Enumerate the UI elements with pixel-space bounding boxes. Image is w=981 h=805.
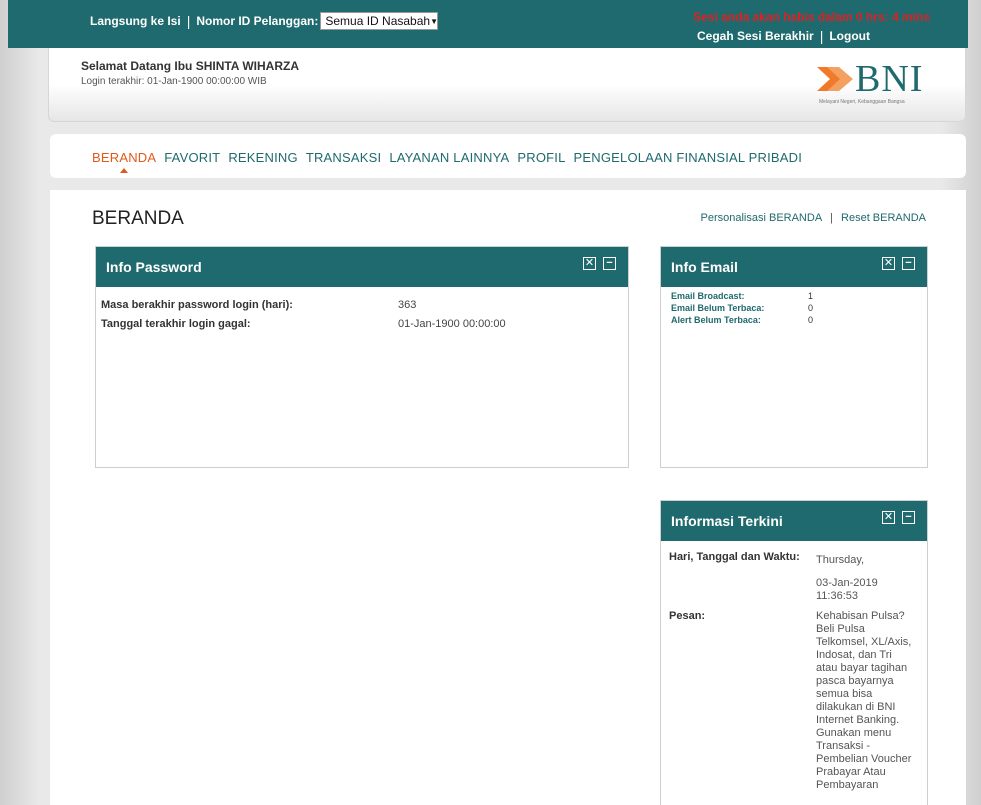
message-row: Pesan: Kehabisan Pulsa? Beli Pulsa Telko… — [669, 610, 927, 792]
nav-item-transaksi[interactable]: TRANSAKSI — [306, 150, 381, 165]
table-row: Tanggal terakhir login gagal: 01-Jan-190… — [101, 314, 506, 333]
panel-title: Info Password — [106, 259, 202, 275]
message-label: Pesan: — [669, 610, 706, 622]
nav-item-favorit[interactable]: FAVORIT — [164, 150, 220, 165]
panel-header: Info Email ✕ − — [661, 247, 927, 287]
top-bar-right: Cegah Sesi Berakhir | Logout — [697, 28, 870, 44]
separator: | — [819, 28, 824, 44]
nav-list: BERANDA FAVORIT REKENING TRANSAKSI LAYAN… — [92, 150, 810, 173]
panel-controls: ✕ − — [583, 257, 616, 270]
email-broadcast-link[interactable]: Email Broadcast: — [671, 290, 808, 302]
page-title: BERANDA — [92, 208, 184, 229]
logout-link[interactable]: Logout — [829, 29, 870, 43]
row-value: 0 — [808, 303, 814, 313]
nav-item-label: BERANDA — [92, 150, 157, 165]
active-caret-icon — [120, 168, 128, 173]
top-bar-left: Langsung ke Isi | Nomor ID Pelanggan: Se… — [90, 12, 439, 30]
minimize-icon[interactable]: − — [902, 257, 915, 270]
date-time-label: Hari, Tanggal dan Waktu: — [669, 551, 800, 563]
panel-header: Info Password ✕ − — [96, 247, 628, 287]
panel-header: Informasi Terkini ✕ − — [661, 501, 927, 541]
bni-logo-mark-icon — [817, 67, 853, 91]
table-row: Email Belum Terbaca: 0 — [671, 302, 813, 314]
message-text: Kehabisan Pulsa? Beli Pulsa Telkomsel, X… — [816, 610, 912, 791]
email-unread-link[interactable]: Email Belum Terbaca: — [671, 302, 808, 314]
row-value: 1 — [808, 291, 814, 301]
nav-item-rekening[interactable]: REKENING — [228, 150, 298, 165]
personalize-link[interactable]: Personalisasi BERANDA — [701, 212, 823, 224]
close-icon[interactable]: ✕ — [882, 511, 895, 524]
informasi-terkini-panel: Informasi Terkini ✕ − Hari, Tanggal dan … — [660, 500, 928, 805]
customer-id-select-value: Semua ID Nasabah — [325, 14, 431, 28]
bni-logo-text: BNI — [855, 58, 924, 100]
nav-item-beranda[interactable]: BERANDA — [92, 150, 157, 173]
alert-unread-link[interactable]: Alert Belum Terbaca: — [671, 314, 808, 326]
session-timeout-message: Sesi anda akan habis dalam 0 hrs: 4 mins — [693, 10, 930, 24]
bni-logo: BNI Melayani Negeri, Kebanggaan Bangsa — [817, 59, 927, 109]
last-login-info: Login terakhir: 01-Jan-1900 00:00:00 WIB — [81, 76, 267, 87]
date-time-value: Thursday, 03-Jan-2019 11:36:53 — [816, 551, 916, 603]
main-content: BERANDA Personalisasi BERANDA | Reset BE… — [50, 190, 966, 805]
nav-item-pengelolaan-finansial[interactable]: PENGELOLAAN FINANSIAL PRIBADI — [574, 150, 803, 165]
separator: | — [830, 212, 834, 224]
row-value: 363 — [398, 298, 417, 311]
welcome-message: Selamat Datang Ibu SHINTA WIHARZA — [81, 59, 300, 73]
table-row: Email Broadcast: 1 — [671, 290, 813, 302]
panel-controls: ✕ − — [882, 257, 915, 270]
panel-title: Info Email — [671, 259, 738, 275]
bni-logo-tagline: Melayani Negeri, Kebanggaan Bangsa — [819, 99, 905, 105]
separator: | — [186, 13, 191, 29]
top-bar: Langsung ke Isi | Nomor ID Pelanggan: Se… — [8, 0, 968, 48]
table-row: Alert Belum Terbaca: 0 — [671, 314, 813, 326]
customer-id-label: Nomor ID Pelanggan: — [196, 14, 319, 28]
minimize-icon[interactable]: − — [902, 511, 915, 524]
datetime-value: 03-Jan-2019 11:36:53 — [816, 577, 878, 602]
close-icon[interactable]: ✕ — [882, 257, 895, 270]
dropdown-arrow-icon: ▼ — [430, 16, 438, 26]
close-icon[interactable]: ✕ — [583, 257, 596, 270]
prevent-session-end-link[interactable]: Cegah Sesi Berakhir — [697, 29, 814, 43]
panel-title: Informasi Terkini — [671, 513, 783, 529]
nav-item-layanan-lainnya[interactable]: LAYANAN LAINNYA — [389, 150, 509, 165]
page-actions: Personalisasi BERANDA | Reset BERANDA — [701, 212, 927, 224]
main-navigation: BERANDA FAVORIT REKENING TRANSAKSI LAYAN… — [50, 134, 966, 178]
date-time-row: Hari, Tanggal dan Waktu: Thursday, 03-Ja… — [669, 551, 927, 603]
email-info-table: Email Broadcast: 1 Email Belum Terbaca: … — [671, 290, 813, 326]
nav-item-profil[interactable]: PROFIL — [517, 150, 565, 165]
table-row: Masa berakhir password login (hari): 363 — [101, 295, 506, 314]
row-label: Tanggal terakhir login gagal: — [101, 317, 251, 330]
panel-controls: ✕ − — [882, 511, 915, 524]
reset-link[interactable]: Reset BERANDA — [841, 212, 926, 224]
info-password-panel: Info Password ✕ − Masa berakhir password… — [95, 246, 629, 468]
header-panel: Selamat Datang Ibu SHINTA WIHARZA Login … — [48, 48, 966, 122]
minimize-icon[interactable]: − — [603, 257, 616, 270]
day-value: Thursday, — [816, 554, 865, 566]
row-value: 01-Jan-1900 00:00:00 — [398, 317, 506, 330]
info-email-panel: Info Email ✕ − Email Broadcast: 1 Email … — [660, 246, 928, 468]
row-value: 0 — [808, 315, 814, 325]
row-label: Masa berakhir password login (hari): — [101, 298, 293, 311]
customer-id-select[interactable]: Semua ID Nasabah ▼ — [320, 12, 439, 30]
password-info-table: Masa berakhir password login (hari): 363… — [101, 295, 506, 333]
skip-to-content-link[interactable]: Langsung ke Isi — [90, 14, 181, 28]
